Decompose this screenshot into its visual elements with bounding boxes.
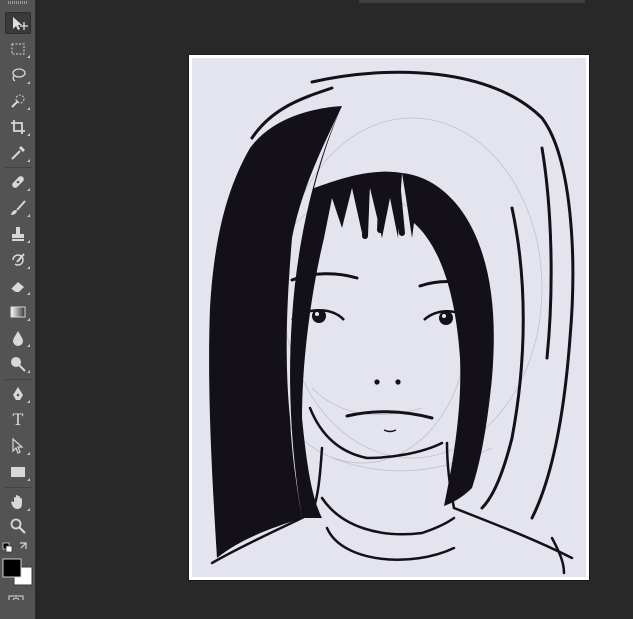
toolbar-separator [4,167,32,168]
pen-icon[interactable] [5,383,31,405]
foreground-color-swatch[interactable] [2,558,22,578]
gradient-icon[interactable] [5,301,31,323]
brush-icon[interactable] [5,197,31,219]
toolbar-separator [4,487,32,488]
swap-colors-icon[interactable] [20,542,27,549]
crop-icon[interactable] [5,116,31,138]
drop-icon[interactable] [5,327,31,349]
stamp-icon[interactable] [5,223,31,245]
eraser-icon[interactable] [5,275,31,297]
rectangle-shape-icon[interactable] [5,461,31,483]
eyedropper-icon[interactable] [5,142,31,164]
type-icon[interactable]: T [5,409,31,431]
history-brush-icon[interactable] [5,249,31,271]
move-tool-icon[interactable] [5,12,31,34]
toolbar-separator [4,379,32,380]
lasso-icon[interactable] [5,64,31,86]
quick-selection-icon[interactable] [5,90,31,112]
document-tab-strip[interactable] [359,0,585,3]
path-selection-icon[interactable] [5,435,31,457]
zoom-icon[interactable] [5,515,31,537]
dodge-icon[interactable] [5,353,31,375]
default-colors-icon[interactable] [2,542,13,553]
hand-icon[interactable] [5,491,31,513]
bandage-icon[interactable] [5,171,31,193]
panel-grip[interactable] [8,1,28,4]
quick-mask-icon[interactable] [8,595,24,607]
document-canvas[interactable] [189,55,589,580]
tools-panel: T [0,0,36,619]
rectangular-marquee-icon[interactable] [5,38,31,60]
color-swatches [0,540,36,607]
pen-sketch-portrait [192,58,586,577]
